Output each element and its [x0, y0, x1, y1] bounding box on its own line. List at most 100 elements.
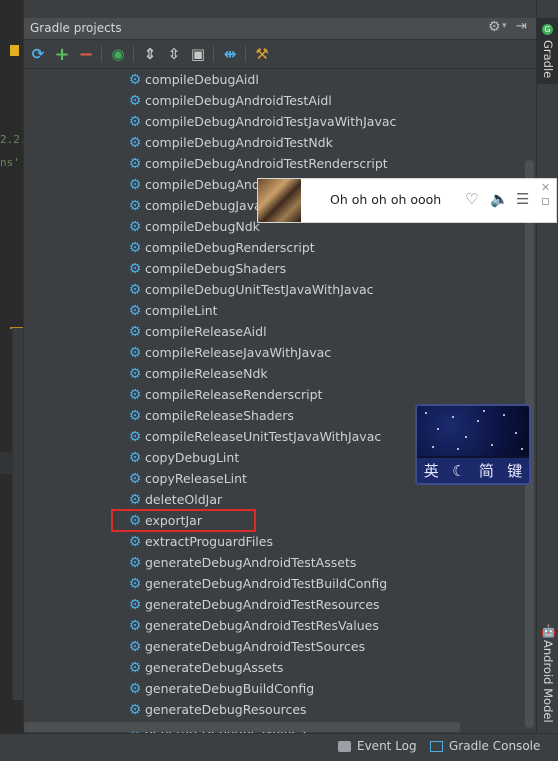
- task-label: generateDebugAndroidTestResValues: [145, 618, 379, 633]
- task-row[interactable]: ⚙ compileLint: [128, 300, 218, 321]
- offline-mode-icon[interactable]: ⇹: [220, 44, 240, 64]
- collapse-all-icon[interactable]: ⇳: [164, 44, 184, 64]
- song-title: Oh oh oh oh oooh: [330, 192, 442, 207]
- task-label: compileDebugUnitTestJavaWithJavac: [145, 282, 374, 297]
- task-row[interactable]: ⚙ generateDebugAndroidTestResValues: [128, 615, 379, 636]
- ime-simplified-toggle[interactable]: 简: [479, 460, 494, 481]
- gradle-toolbar: ⟳ + − ◉ ⇕ ⇳ ▣ ⇹ ⚒: [24, 40, 536, 69]
- ime-keyboard-toggle[interactable]: 键: [507, 460, 522, 481]
- execute-task-icon[interactable]: ◉: [108, 44, 128, 64]
- task-row[interactable]: ⚙ copyReleaseLint: [128, 468, 247, 489]
- remove-project-icon[interactable]: −: [76, 44, 96, 65]
- editor-scrollbar[interactable]: [12, 328, 23, 700]
- gear-icon: ⚙: [128, 680, 142, 697]
- task-row[interactable]: ⚙ generateDebugAndroidTestAssets: [128, 552, 357, 573]
- task-label: copyReleaseLint: [145, 471, 247, 486]
- add-project-icon[interactable]: +: [52, 44, 72, 65]
- playlist-icon[interactable]: ☰: [516, 190, 529, 208]
- ime-english-toggle[interactable]: 英: [424, 460, 439, 481]
- gear-icon: ⚙: [128, 218, 142, 235]
- album-art: [258, 179, 301, 222]
- gradle-console-button[interactable]: Gradle Console: [430, 739, 540, 753]
- toolbar-separator: [213, 46, 214, 62]
- close-icon[interactable]: ✕: [541, 181, 550, 194]
- gear-icon: ⚙: [128, 92, 142, 109]
- gear-icon: ⚙: [128, 617, 142, 634]
- task-row[interactable]: ⚙ compileDebugAndroidTestRenderscript: [128, 153, 388, 174]
- gear-icon: ⚙: [128, 302, 142, 319]
- task-label: compileDebugNdk: [145, 219, 260, 234]
- gear-icon: ⚙: [128, 134, 142, 151]
- task-row[interactable]: ⚙ generateDebugAssets: [128, 657, 284, 678]
- console-icon: [430, 740, 443, 752]
- task-row[interactable]: ⚙ compileDebugAndroidTestNdk: [128, 132, 333, 153]
- task-row[interactable]: ⚙ generateDebugAndroidTestBuildConfig: [128, 573, 387, 594]
- heart-icon[interactable]: ♡: [465, 190, 478, 208]
- gear-icon: ⚙: [128, 281, 142, 298]
- task-row[interactable]: ⚙ compileReleaseRenderscript: [128, 384, 323, 405]
- task-row[interactable]: ⚙ compileDebugAndroidTestAidl: [128, 90, 332, 111]
- gear-icon: ⚙: [128, 260, 142, 277]
- task-row[interactable]: ⚙ extractProguardFiles: [128, 531, 273, 552]
- task-row[interactable]: ⚙ deleteOldJar: [128, 489, 222, 510]
- event-log-button[interactable]: Event Log: [338, 739, 417, 753]
- gear-icon: ⚙: [128, 365, 142, 382]
- task-label: compileDebugAndroidTestRenderscript: [145, 156, 388, 171]
- volume-icon[interactable]: 🔈: [490, 190, 509, 208]
- refresh-icon[interactable]: ⟳: [28, 44, 48, 64]
- gear-icon: ⚙: [128, 239, 142, 256]
- task-row[interactable]: ⚙ compileReleaseShaders: [128, 405, 294, 426]
- task-label: compileReleaseAidl: [145, 324, 267, 339]
- task-label: extractProguardFiles: [145, 534, 273, 549]
- chevron-down-icon[interactable]: ▾: [502, 21, 507, 31]
- editor-strip: 2.2. ns': [0, 0, 24, 733]
- task-row[interactable]: ⚙ generateDebugAndroidTestSources: [128, 636, 365, 657]
- speech-bubble-icon: [338, 740, 351, 752]
- toolbar-separator: [133, 46, 134, 62]
- gear-icon: ⚙: [128, 344, 142, 361]
- event-log-label: Event Log: [357, 739, 417, 753]
- task-label: compileReleaseShaders: [145, 408, 294, 423]
- gear-icon: ⚙: [128, 449, 142, 466]
- android-model-tab-label[interactable]: Android Model: [541, 640, 555, 723]
- task-row[interactable]: ⚙ compileDebugAndroidTestJavaWithJavac: [128, 111, 397, 132]
- toolbar-separator: [101, 46, 102, 62]
- task-row[interactable]: ⚙ compileReleaseUnitTestJavaWithJavac: [128, 426, 382, 447]
- task-row[interactable]: ⚙ compileDebugNdk: [128, 216, 260, 237]
- task-row[interactable]: ⚙ compileDebugShaders: [128, 258, 286, 279]
- task-label: compileDebugAndroidTestAidl: [145, 93, 332, 108]
- gear-icon: ⚙: [128, 659, 142, 676]
- task-row[interactable]: ⚙ compileReleaseNdk: [128, 363, 268, 384]
- task-row[interactable]: ⚙ compileReleaseAidl: [128, 321, 267, 342]
- expand-all-icon[interactable]: ⇕: [140, 44, 160, 64]
- task-label: generateDebugAndroidTestBuildConfig: [145, 576, 388, 591]
- task-row[interactable]: ⚙ compileDebugUnitTestJavaWithJavac: [128, 279, 374, 300]
- hide-panel-icon[interactable]: ⇥: [516, 19, 527, 34]
- settings-gear-icon[interactable]: ⚙: [488, 19, 501, 35]
- task-row[interactable]: ⚙ generateDebugResources: [128, 699, 307, 720]
- ime-skin: [417, 406, 529, 456]
- task-row[interactable]: ⚙ compileDebugAidl: [128, 69, 259, 90]
- gradle-tab-label[interactable]: Gradle: [541, 40, 555, 78]
- minimize-icon[interactable]: [542, 198, 549, 205]
- task-label: generateDebugResources: [145, 702, 307, 717]
- task-label: copyDebugLint: [145, 450, 240, 465]
- task-row[interactable]: ⚙ generateDebugBuildConfig: [128, 678, 315, 699]
- gear-icon: ⚙: [128, 638, 142, 655]
- gradle-icon: G: [542, 24, 553, 35]
- task-row[interactable]: ⚙ generateDebugAndroidTestResources: [128, 594, 380, 615]
- gear-icon: ⚙: [128, 71, 142, 88]
- tree-horizontal-scrollbar[interactable]: [24, 722, 460, 732]
- task-label: generateDebugAndroidTestResources: [145, 597, 380, 612]
- attach-project-icon[interactable]: ▣: [188, 44, 208, 64]
- task-row[interactable]: ⚙ copyDebugLint: [128, 447, 240, 468]
- gear-icon: ⚙: [128, 470, 142, 487]
- gradle-settings-icon[interactable]: ⚒: [252, 44, 272, 64]
- task-row[interactable]: ⚙ compileReleaseJavaWithJavac: [128, 342, 331, 363]
- moon-icon[interactable]: ☾: [452, 462, 465, 480]
- task-label: compileLint: [145, 303, 218, 318]
- music-popup: Oh oh oh oh oooh ♡ 🔈 ☰ ✕: [257, 178, 557, 223]
- gear-icon: ⚙: [128, 554, 142, 571]
- task-row[interactable]: ⚙ compileDebugRenderscript: [128, 237, 315, 258]
- gear-icon: ⚙: [128, 386, 142, 403]
